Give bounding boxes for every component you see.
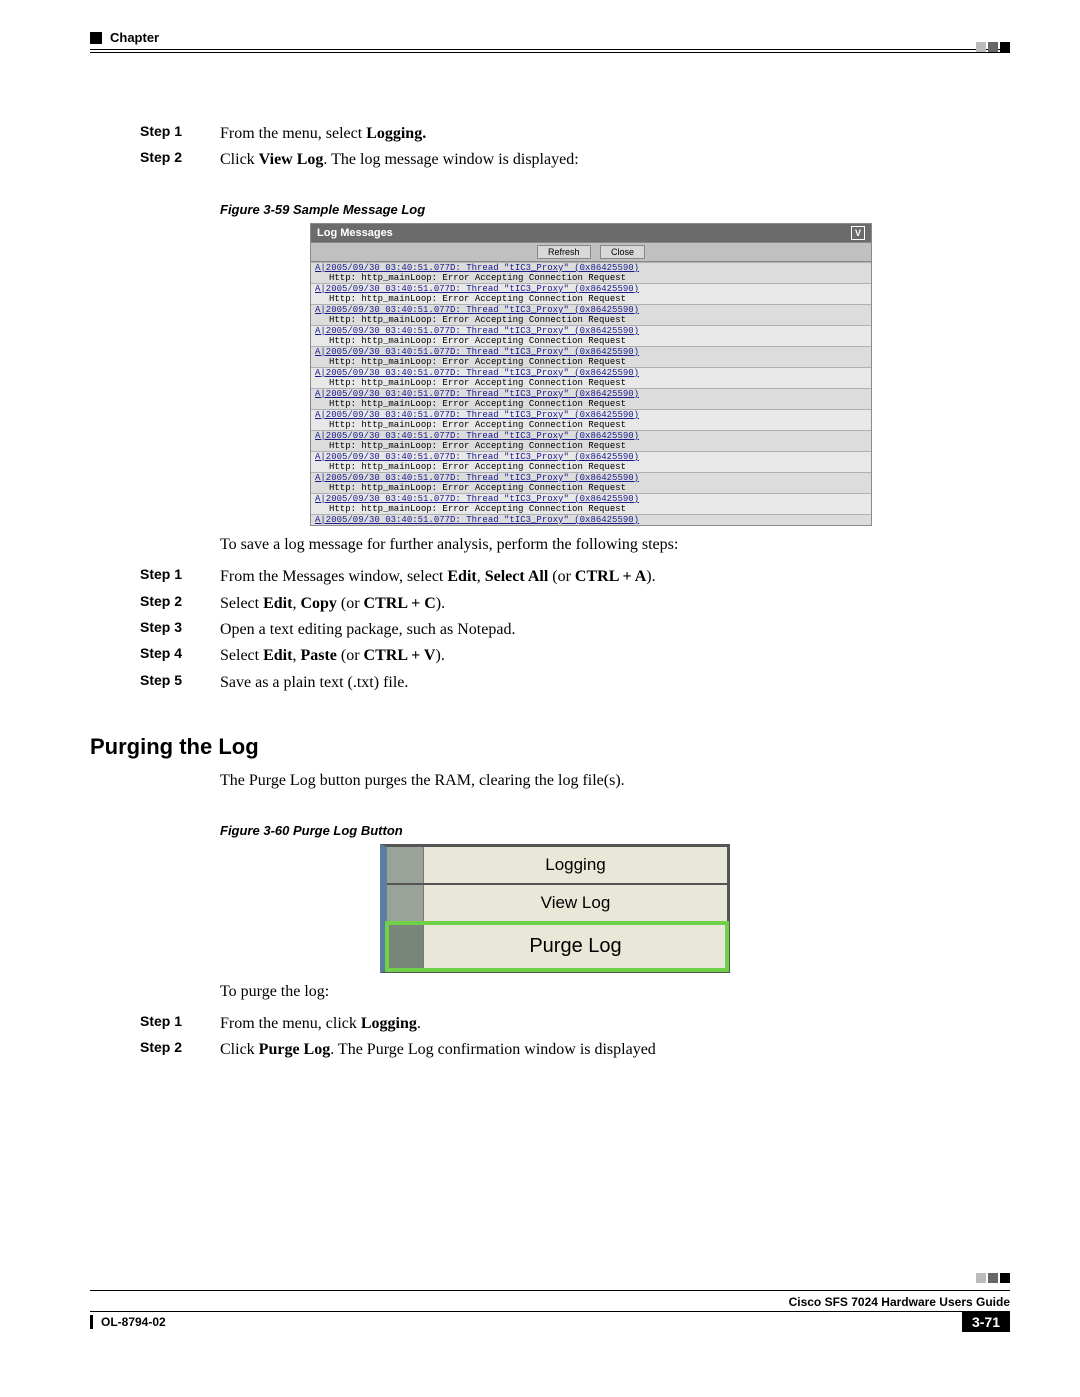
close-button[interactable]: Close — [600, 245, 645, 259]
menu-icon — [387, 923, 424, 970]
step-label: Step 1 — [140, 566, 220, 588]
menu-item-purge-log[interactable]: Purge Log — [387, 923, 727, 970]
footer-doc: OL-8794-02 — [90, 1315, 166, 1329]
steps-block-a: Step 1 From the menu, select Logging. St… — [140, 123, 1010, 172]
fig-button-bar: Refresh Close — [311, 242, 871, 262]
step-text: Select Edit, Copy (or CTRL + C). — [220, 593, 1010, 615]
menu-label: Logging — [424, 847, 727, 883]
fig-title-bar: Log Messages V — [311, 224, 871, 242]
header-rule-2 — [90, 52, 1010, 53]
menu-label: View Log — [424, 885, 727, 921]
step-text: Select Edit, Paste (or CTRL + V). — [220, 645, 1010, 667]
menu-label: Purge Log — [424, 923, 727, 970]
step-row: Step 1 From the menu, select Logging. — [140, 123, 1010, 145]
step-label: Step 2 — [140, 593, 220, 615]
figure-2-menu: Logging View Log Purge Log — [380, 844, 730, 973]
step-label: Step 1 — [140, 123, 220, 145]
fig-log-body: A|2005/09/30 03:40:51.077D: Thread "tIC3… — [311, 262, 871, 525]
fig-corner-button[interactable]: V — [851, 226, 865, 240]
steps-block-c: Step 1From the menu, click Logging. Step… — [140, 1013, 1010, 1062]
step-row: Step 2 Click View Log. The log message w… — [140, 149, 1010, 171]
step-label: Step 3 — [140, 619, 220, 641]
section-title: Purging the Log — [90, 734, 1010, 760]
page-footer: Cisco SFS 7024 Hardware Users Guide OL-8… — [90, 1271, 1010, 1332]
menu-icon — [387, 847, 424, 883]
step-label: Step 5 — [140, 672, 220, 694]
step-text: From the menu, click Logging. — [220, 1013, 1010, 1035]
menu-icon — [387, 885, 424, 921]
header-marker — [90, 32, 102, 44]
step-text: Save as a plain text (.txt) file. — [220, 672, 1010, 694]
step-text: From the Messages window, select Edit, S… — [220, 566, 1010, 588]
footer-decor — [90, 1271, 1010, 1288]
page-number: 3-71 — [962, 1312, 1010, 1332]
intro-save: To save a log message for further analys… — [220, 534, 1010, 556]
step-label: Step 4 — [140, 645, 220, 667]
step-text: Open a text editing package, such as Not… — [220, 619, 1010, 641]
purge-lead: To purge the log: — [220, 981, 1010, 1003]
header-rule-1 — [90, 49, 1010, 50]
header-decor — [974, 40, 1010, 57]
page-header: Chapter — [90, 30, 1010, 45]
step-label: Step 2 — [140, 1039, 220, 1061]
figure-1-caption: Figure 3-59 Sample Message Log — [220, 202, 1010, 217]
step-text: Click Purge Log. The Purge Log confirmat… — [220, 1039, 1010, 1061]
menu-item-view-log[interactable]: View Log — [387, 885, 727, 923]
step-label: Step 2 — [140, 149, 220, 171]
step-text: Click View Log. The log message window i… — [220, 149, 1010, 171]
fig-title-text: Log Messages — [317, 227, 393, 239]
header-label: Chapter — [110, 30, 159, 45]
section-intro: The Purge Log button purges the RAM, cle… — [220, 770, 1010, 792]
menu-item-logging[interactable]: Logging — [387, 847, 727, 885]
footer-title: Cisco SFS 7024 Hardware Users Guide — [90, 1295, 1010, 1309]
figure-1-log-window: Log Messages V Refresh Close A|2005/09/3… — [310, 223, 872, 526]
refresh-button[interactable]: Refresh — [537, 245, 591, 259]
steps-block-b: Step 1From the Messages window, select E… — [140, 566, 1010, 694]
figure-2-caption: Figure 3-60 Purge Log Button — [220, 823, 1010, 838]
step-label: Step 1 — [140, 1013, 220, 1035]
step-text: From the menu, select Logging. — [220, 123, 1010, 145]
